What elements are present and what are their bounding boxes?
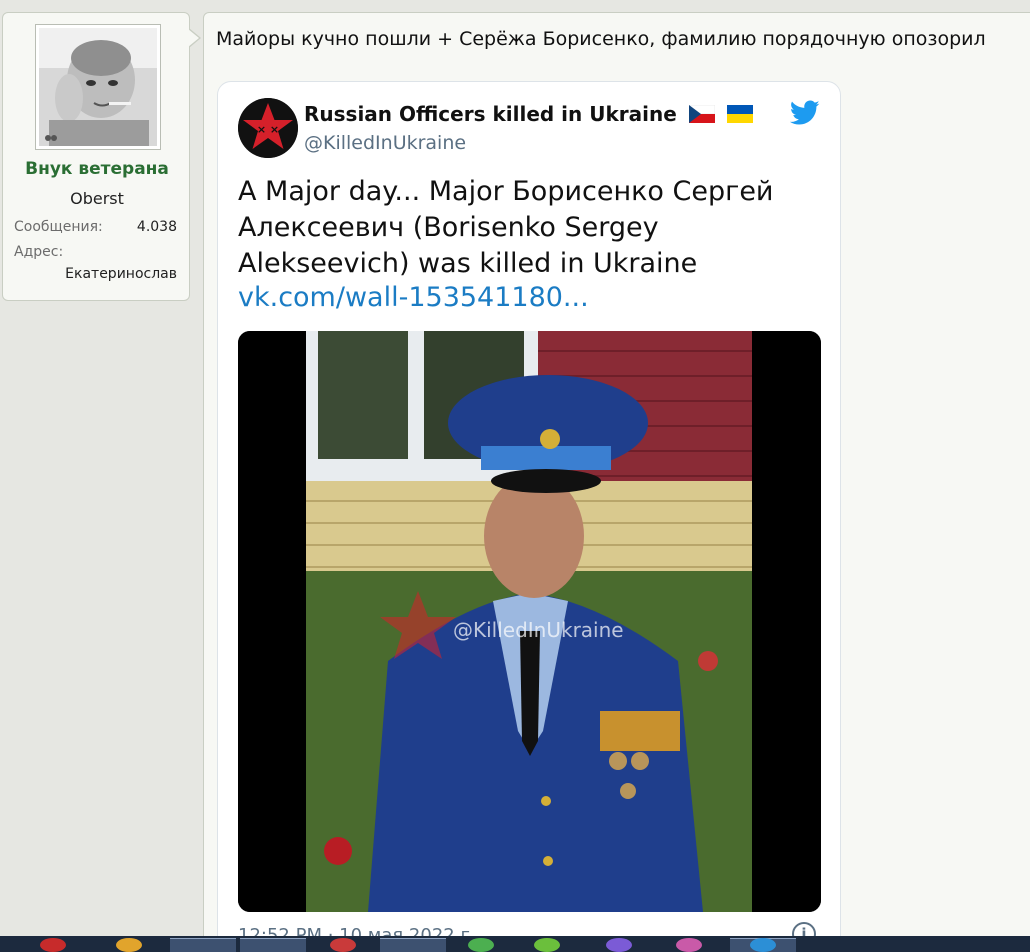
address-label: Адрес: (14, 244, 64, 260)
taskbar-app-icon[interactable] (750, 938, 776, 952)
user-rank: Oberst (70, 189, 124, 208)
czech-flag-icon (688, 105, 715, 123)
address-value: Екатеринослав (65, 266, 177, 282)
photo-watermark: @KilledInUkraine (453, 618, 624, 642)
twitter-bird-icon[interactable] (790, 100, 820, 126)
taskbar-app-icon[interactable] (40, 938, 66, 952)
taskbar (0, 936, 1030, 952)
embedded-tweet[interactable]: × × Russian Officers killed in Ukraine @… (217, 81, 841, 952)
taskbar-button[interactable] (240, 938, 306, 952)
message-text: Майоры кучно пошли + Серёжа Борисенко, ф… (216, 28, 986, 50)
svg-text:× ×: × × (257, 123, 279, 136)
tweet-text: A Major day... Major Борисенко Сергей Ал… (238, 176, 774, 279)
tweet-author-name: Russian Officers killed in Ukraine (304, 102, 677, 126)
taskbar-button[interactable] (170, 938, 236, 952)
tweet-handle[interactable]: @KilledInUkraine (304, 132, 466, 154)
taskbar-button[interactable] (380, 938, 446, 952)
baby-avatar-icon (39, 28, 157, 146)
red-star-icon: × × (238, 98, 298, 158)
ukraine-flag-icon (726, 105, 753, 123)
taskbar-app-icon[interactable] (468, 938, 494, 952)
taskbar-app-icon[interactable] (676, 938, 702, 952)
officer-photo: @KilledInUkraine (238, 331, 821, 912)
username[interactable]: Внук ветерана (3, 159, 191, 179)
taskbar-app-icon[interactable] (116, 938, 142, 952)
user-info-panel: Внук ветерана Oberst Сообщения: 4.038 Ад… (2, 12, 190, 301)
message-panel: Майоры кучно пошли + Серёжа Борисенко, ф… (203, 12, 1030, 952)
tweet-display-name[interactable]: Russian Officers killed in Ukraine (304, 102, 753, 126)
user-avatar[interactable] (35, 24, 161, 150)
taskbar-app-icon[interactable] (330, 938, 356, 952)
messages-label: Сообщения: (14, 219, 103, 235)
tweet-link[interactable]: vk.com/wall-153541180... (238, 282, 589, 313)
tweet-photo[interactable]: @KilledInUkraine (238, 331, 821, 912)
taskbar-app-icon[interactable] (606, 938, 632, 952)
tweet-avatar[interactable]: × × (238, 98, 298, 158)
messages-count: 4.038 (136, 219, 177, 235)
taskbar-app-icon[interactable] (534, 938, 560, 952)
message-pointer (188, 28, 201, 48)
